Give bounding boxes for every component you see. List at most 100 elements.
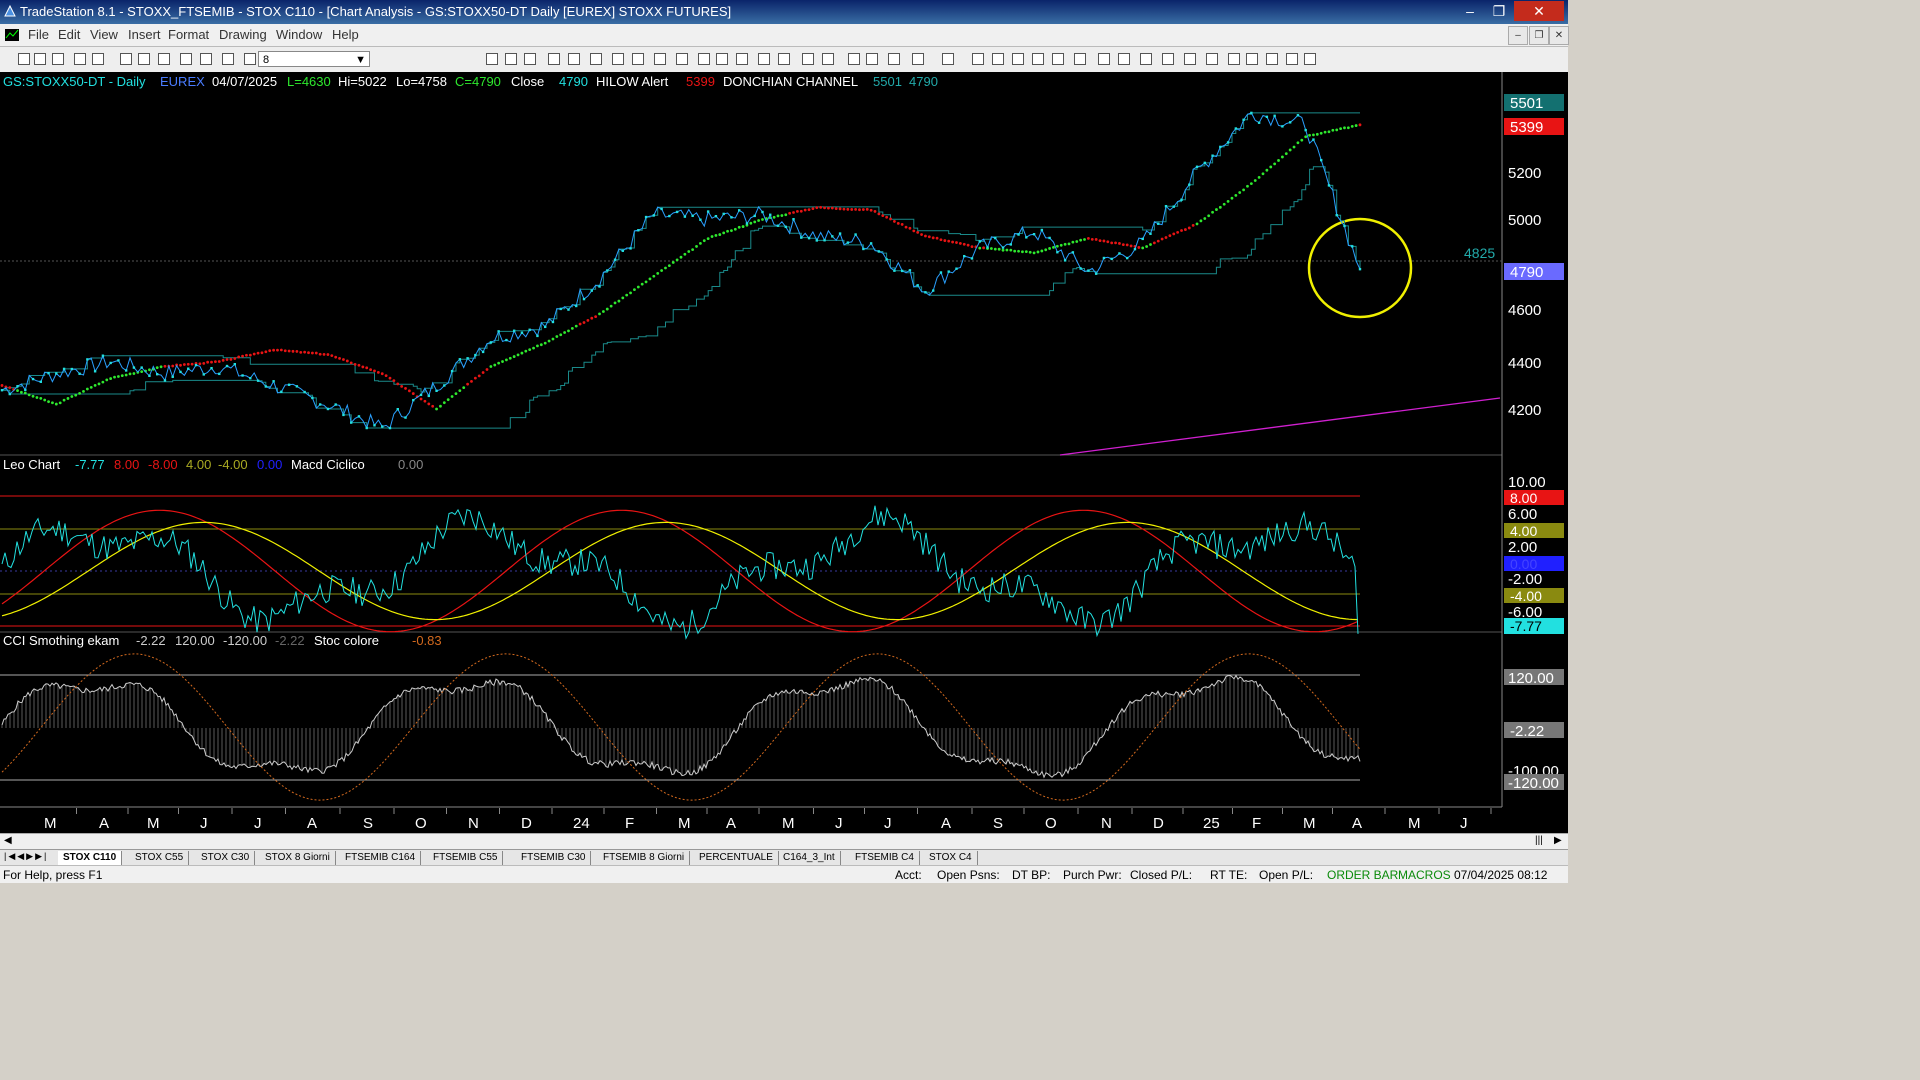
toolbar-button-icon[interactable] <box>848 53 860 65</box>
chart-window-icon[interactable] <box>4 27 20 43</box>
toolbar-button-icon[interactable] <box>18 53 30 65</box>
toolbar-button-icon[interactable] <box>1098 53 1110 65</box>
toolbar-button-icon[interactable] <box>548 53 560 65</box>
menu-help[interactable]: Help <box>332 27 359 42</box>
toolbar-button-icon[interactable] <box>92 53 104 65</box>
toolbar-button-icon[interactable] <box>1052 53 1064 65</box>
toolbar-button-icon[interactable] <box>138 53 150 65</box>
toolbar-button-icon[interactable] <box>34 53 46 65</box>
horizontal-scrollbar[interactable]: ◀ ||| ▶ <box>0 833 1568 850</box>
maximize-button[interactable]: ❐ <box>1485 1 1513 21</box>
toolbar-button-icon[interactable] <box>758 53 770 65</box>
toolbar-button-icon[interactable] <box>888 53 900 65</box>
toolbar-button-icon[interactable] <box>736 53 748 65</box>
tab-ftsemib-c55[interactable]: FTSEMIB C55 <box>428 851 504 865</box>
hilow-point <box>279 348 283 352</box>
menu-format[interactable]: Format <box>168 27 209 42</box>
toolbar-button-icon[interactable] <box>1206 53 1218 65</box>
toolbar-button-icon[interactable] <box>1228 53 1240 65</box>
macros-button[interactable]: MACROS <box>1398 868 1451 882</box>
scroll-left-icon[interactable]: ◀ <box>4 835 12 846</box>
toolbar-button-icon[interactable] <box>654 53 666 65</box>
order-bar-button[interactable]: ORDER BAR <box>1327 868 1398 882</box>
toolbar-button-icon[interactable] <box>676 53 688 65</box>
tab-c164-3-int[interactable]: C164_3_Int <box>778 851 841 865</box>
minimize-button[interactable]: – <box>1456 1 1484 21</box>
chart-analysis-window[interactable]: GS:STOXX50-DT - Daily EUREX 04/07/2025 L… <box>0 72 1568 833</box>
stoc-colore-line[interactable] <box>1 653 1361 801</box>
tab-nav-icon[interactable]: |◀◀▶▶| <box>4 851 48 862</box>
toolbar-button-icon[interactable] <box>1140 53 1152 65</box>
scroll-thumb-icon[interactable]: ||| <box>1535 835 1543 846</box>
toolbar-button-icon[interactable] <box>612 53 624 65</box>
menu-drawing[interactable]: Drawing <box>219 27 267 42</box>
toolbar-button-icon[interactable] <box>1162 53 1174 65</box>
interval-select[interactable]: 8 ▼ <box>258 51 370 67</box>
toolbar-button-icon[interactable] <box>222 53 234 65</box>
tab-ftsemib-c30[interactable]: FTSEMIB C30 <box>516 851 592 865</box>
donchian-upper-line[interactable] <box>2 112 1360 393</box>
toolbar-button-icon[interactable] <box>942 53 954 65</box>
toolbar-button-icon[interactable] <box>1012 53 1024 65</box>
tab-stox-8-giorni[interactable]: STOX 8 Giorni <box>260 851 336 865</box>
menu-bar: File Edit View Insert Format Drawing Win… <box>0 24 1569 47</box>
donchian-lower-line[interactable] <box>2 166 1361 429</box>
close-button[interactable]: ✕ <box>1514 1 1564 21</box>
toolbar-button-icon[interactable] <box>912 53 924 65</box>
tab-stox-c110[interactable]: STOX C110 <box>58 851 123 865</box>
toolbar-button-icon[interactable] <box>972 53 984 65</box>
tab-ftsemib-8-giorni[interactable]: FTSEMIB 8 Giorni <box>598 851 691 865</box>
toolbar-button-icon[interactable] <box>802 53 814 65</box>
toolbar-button-icon[interactable] <box>1118 53 1130 65</box>
toolbar-button-icon[interactable] <box>716 53 728 65</box>
toolbar-button-icon[interactable] <box>244 53 256 65</box>
toolbar-button-icon[interactable] <box>52 53 64 65</box>
toolbar-button-icon[interactable] <box>158 53 170 65</box>
toolbar-button-icon[interactable] <box>992 53 1004 65</box>
chart-canvas[interactable]: GS:STOXX50-DT - Daily EUREX 04/07/2025 L… <box>0 72 1568 833</box>
toolbar-button-icon[interactable] <box>505 53 517 65</box>
toolbar-button-icon[interactable] <box>200 53 212 65</box>
mdi-minimize-button[interactable]: – <box>1508 26 1528 45</box>
toolbar-button-icon[interactable] <box>568 53 580 65</box>
toolbar-button-icon[interactable] <box>486 53 498 65</box>
toolbar-button-icon[interactable] <box>74 53 86 65</box>
toolbar-button-icon[interactable] <box>1074 53 1086 65</box>
trendline[interactable] <box>1059 397 1501 456</box>
mdi-restore-button[interactable]: ❐ <box>1529 26 1549 45</box>
menu-file[interactable]: File <box>28 27 49 42</box>
toolbar-button-icon[interactable] <box>1032 53 1044 65</box>
menu-window[interactable]: Window <box>276 27 322 42</box>
mdi-close-button[interactable]: ✕ <box>1549 26 1569 45</box>
toolbar-button-icon[interactable] <box>1286 53 1298 65</box>
toolbar-button-icon[interactable] <box>632 53 644 65</box>
toolbar-button-icon[interactable] <box>778 53 790 65</box>
toolbar-button-icon[interactable] <box>180 53 192 65</box>
menu-edit[interactable]: Edit <box>58 27 80 42</box>
cci-line[interactable] <box>1 674 1361 779</box>
toolbar-button-icon[interactable] <box>524 53 536 65</box>
toolbar-button-icon[interactable] <box>120 53 132 65</box>
hilow-point <box>807 208 811 212</box>
hilow-point <box>124 373 128 377</box>
menu-insert[interactable]: Insert <box>128 27 161 42</box>
tab-ftsemib-c164[interactable]: FTSEMIB C164 <box>340 851 422 865</box>
tab-percentuale[interactable]: PERCENTUALE <box>694 851 779 865</box>
toolbar-button-icon[interactable] <box>1304 53 1316 65</box>
toolbar-button-icon[interactable] <box>866 53 878 65</box>
tab-stox-c4[interactable]: STOX C4 <box>924 851 978 865</box>
hilow-point <box>1160 237 1164 241</box>
toolbar-button-icon[interactable] <box>1184 53 1196 65</box>
toolbar-button-icon[interactable] <box>1266 53 1278 65</box>
menu-view[interactable]: View <box>90 27 118 42</box>
toolbar-button-icon[interactable] <box>590 53 602 65</box>
scroll-right-icon[interactable]: ▶ <box>1554 835 1562 846</box>
tab-ftsemib-c4[interactable]: FTSEMIB C4 <box>850 851 920 865</box>
toolbar-button-icon[interactable] <box>1246 53 1258 65</box>
tab-stox-c55[interactable]: STOX C55 <box>130 851 190 865</box>
hilow-point <box>1090 238 1094 241</box>
tab-stox-c30[interactable]: STOX C30 <box>196 851 256 865</box>
toolbar-button-icon[interactable] <box>822 53 834 65</box>
toolbar-button-icon[interactable] <box>698 53 710 65</box>
hilow-point <box>1203 217 1207 220</box>
